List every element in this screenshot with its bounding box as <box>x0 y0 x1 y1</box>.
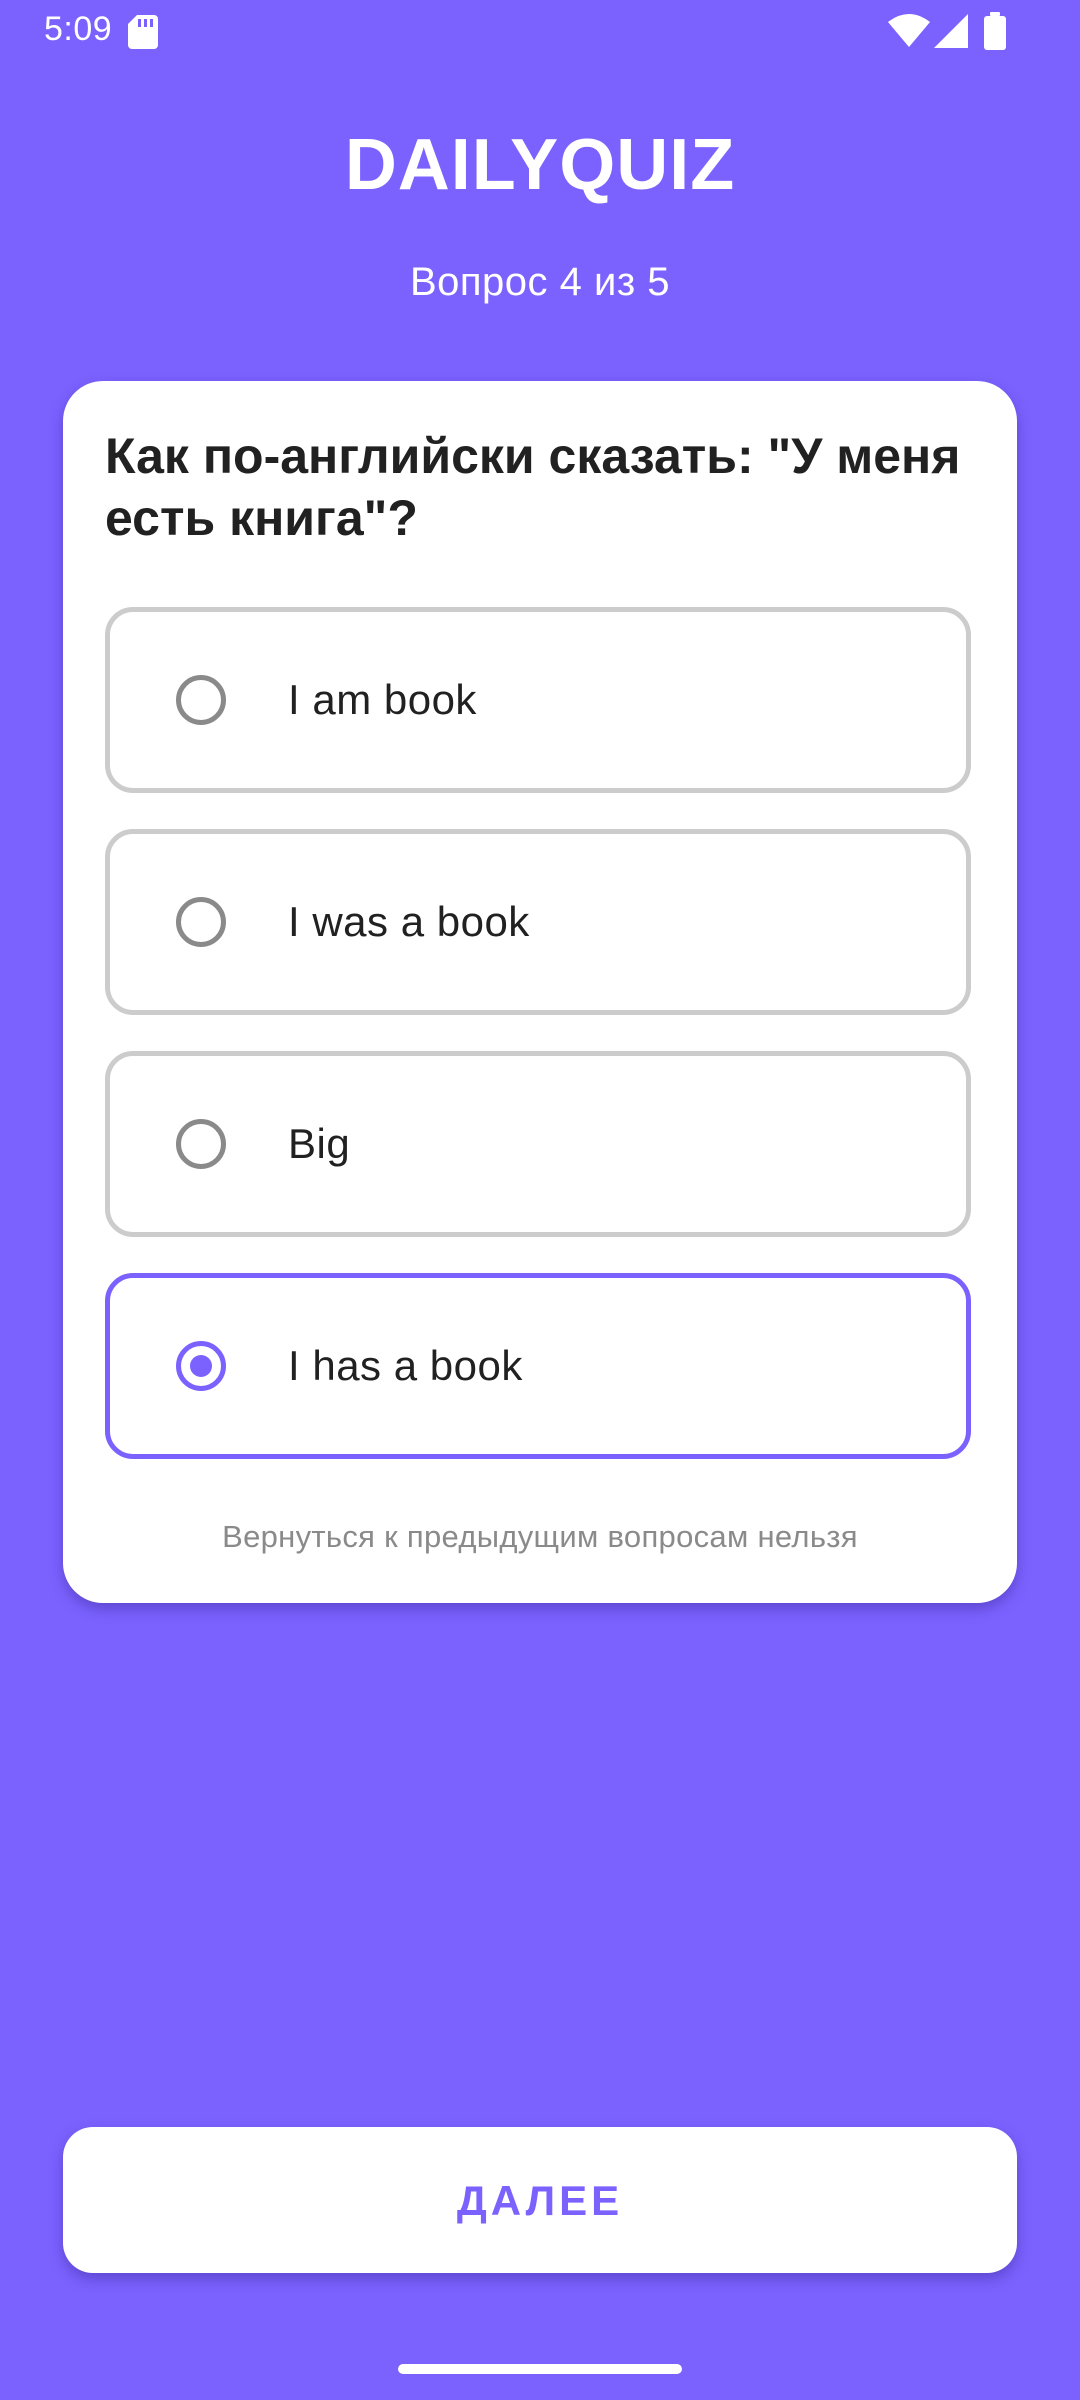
answer-option-label: I has a book <box>288 1342 523 1389</box>
question-text: Как по-английски сказать: "У меня есть к… <box>105 428 961 546</box>
wifi-icon <box>888 14 930 47</box>
gesture-nav-handle[interactable] <box>398 2364 682 2374</box>
next-button[interactable]: ДАЛЕЕ <box>63 2127 1017 2273</box>
answer-option[interactable]: I has a book <box>105 1273 971 1459</box>
radio-selected-dot <box>190 1355 212 1377</box>
signal-icon <box>934 14 968 48</box>
battery-icon <box>984 12 1006 50</box>
status-bar: 5:09 <box>0 0 1080 62</box>
radio-button-icon[interactable] <box>176 675 226 725</box>
answer-option[interactable]: I was a book <box>105 829 971 1015</box>
no-going-back-hint: Вернуться к предыдущим вопросам нельзя <box>222 1519 858 1554</box>
answer-option-label: Big <box>288 1120 351 1167</box>
radio-button-icon[interactable] <box>176 1341 226 1391</box>
answer-option[interactable]: Big <box>105 1051 971 1237</box>
radio-button-icon[interactable] <box>176 1119 226 1169</box>
radio-button-icon[interactable] <box>176 897 226 947</box>
status-time: 5:09 <box>44 10 113 48</box>
quiz-card: Как по-английски сказать: "У меня есть к… <box>63 381 1017 1603</box>
app-title: DAILYQUIZ <box>344 125 736 205</box>
answer-option-label: I am book <box>288 676 477 723</box>
answer-option[interactable]: I am book <box>105 607 971 793</box>
sd-card-icon <box>128 15 158 49</box>
answer-option-label: I was a book <box>288 898 530 945</box>
question-progress: Вопрос 4 из 5 <box>409 260 671 304</box>
